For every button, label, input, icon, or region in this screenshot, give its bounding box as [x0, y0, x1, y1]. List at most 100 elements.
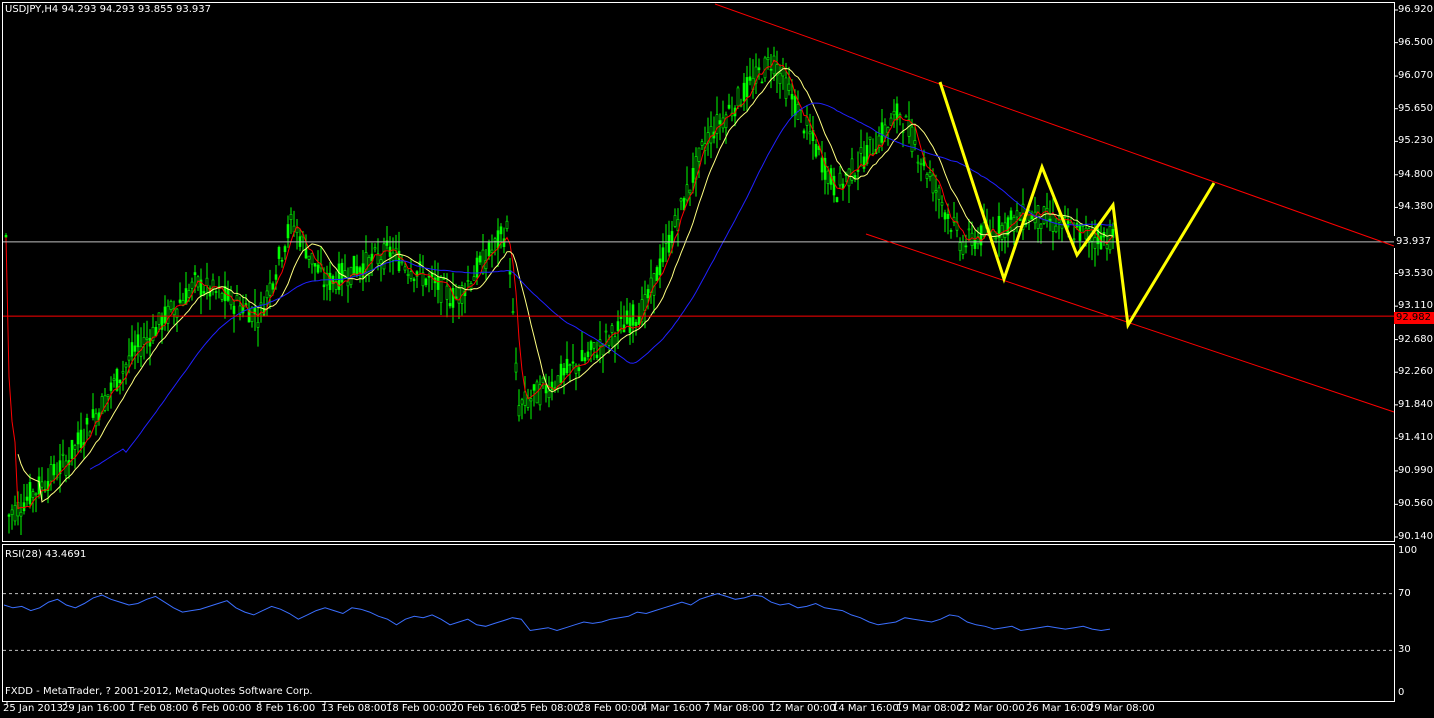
candle-body [487, 242, 491, 257]
candle-body [280, 259, 284, 262]
candle-body [961, 241, 965, 255]
candle-body [625, 310, 629, 324]
candle-body [499, 226, 503, 235]
candle-body [691, 168, 695, 183]
candle-body [580, 350, 584, 362]
candle-body [10, 509, 14, 515]
candle-body [517, 405, 521, 417]
price-tick-label: 93.530 [1398, 267, 1433, 279]
candle-body [520, 399, 524, 405]
time-tick-label: 6 Feb 00:00 [192, 703, 252, 714]
candle-body [274, 274, 278, 280]
candle-body [631, 304, 635, 326]
time-tick-label: 14 Mar 16:00 [832, 703, 899, 714]
candle-body [661, 247, 665, 263]
chart-canvas[interactable] [0, 0, 1434, 718]
candle-body [523, 391, 527, 406]
price-tick-label: 90.990 [1398, 464, 1433, 476]
candle-body [1066, 220, 1070, 228]
time-tick-label: 12 Mar 00:00 [769, 703, 836, 714]
candle-body [1099, 235, 1103, 250]
time-tick-label: 13 Feb 08:00 [321, 703, 387, 714]
candle-body [436, 276, 440, 290]
ma-slow-line [89, 102, 1114, 470]
candles-group [4, 46, 1115, 535]
candle-body [838, 172, 842, 186]
candle-body [91, 409, 95, 418]
candle-body [685, 184, 689, 201]
candle-body [787, 83, 791, 91]
rsi-frame [2, 544, 1395, 702]
candle-body [265, 290, 269, 299]
candle-body [937, 187, 941, 200]
candle-body [1045, 207, 1049, 221]
candle-body [970, 232, 974, 246]
candle-body [421, 272, 425, 287]
candle-body [250, 307, 254, 323]
candle-body [658, 258, 662, 275]
candle-body [313, 263, 317, 267]
candle-body [718, 120, 722, 125]
candle-body [445, 285, 449, 300]
time-tick-label: 28 Feb 00:00 [578, 703, 644, 714]
candle-body [904, 115, 908, 118]
candle-body [493, 238, 497, 242]
candle-body [628, 317, 632, 333]
time-tick-label: 26 Mar 16:00 [1026, 703, 1093, 714]
candle-body [163, 306, 167, 324]
candle-body [670, 231, 674, 243]
candle-body [763, 57, 767, 79]
candle-body [307, 255, 311, 260]
time-tick-label: 18 Feb 00:00 [386, 703, 452, 714]
candle-body [124, 363, 128, 368]
rsi-series [3, 593, 1111, 632]
candle-body [748, 76, 752, 81]
candle-body [982, 222, 986, 237]
candle-body [382, 243, 386, 270]
candle-body [76, 432, 80, 445]
candle-body [547, 390, 551, 399]
candle-body [880, 122, 884, 143]
price-tick-label: 96.920 [1398, 4, 1433, 15]
trend-channel [714, 3, 1395, 413]
time-tick-label: 29 Mar 08:00 [1088, 703, 1155, 714]
candle-body [34, 493, 38, 496]
candle-body [793, 95, 797, 116]
candle-body [457, 287, 461, 304]
candle-body [655, 267, 659, 282]
time-tick-label: 7 Mar 08:00 [704, 703, 765, 714]
rsi-tick-label: 100 [1398, 545, 1418, 556]
candle-body [31, 491, 35, 498]
candle-body [532, 384, 536, 391]
candle-body [61, 453, 65, 456]
candle-body [28, 482, 32, 505]
candle-body [70, 439, 74, 459]
candle-body [643, 294, 647, 311]
time-tick-label: 20 Feb 16:00 [451, 703, 517, 714]
candle-body [1006, 217, 1010, 236]
candle-body [220, 293, 224, 300]
candle-body [496, 230, 500, 249]
candle-body [688, 189, 692, 194]
candle-body [169, 300, 173, 310]
candle-body [64, 460, 68, 476]
candle-body [826, 170, 830, 184]
candle-body [73, 445, 77, 450]
candle-body [1009, 210, 1013, 220]
candle-body [412, 278, 416, 282]
candle-body [883, 124, 887, 137]
price-tick-label: 96.070 [1398, 70, 1433, 82]
main-chart-frame [2, 2, 1395, 542]
candle-body [448, 303, 452, 307]
price-tick-label: 93.110 [1398, 300, 1433, 312]
candle-body [1039, 223, 1043, 229]
candle-body [646, 289, 650, 299]
candle-body [214, 291, 218, 293]
candle-body [634, 321, 638, 326]
candle-body [130, 342, 134, 357]
candle-body [709, 126, 713, 144]
candle-body [346, 281, 350, 287]
candle-body [916, 161, 920, 164]
moving-averages [5, 59, 1114, 510]
rsi-tick-label: 70 [1398, 587, 1411, 599]
